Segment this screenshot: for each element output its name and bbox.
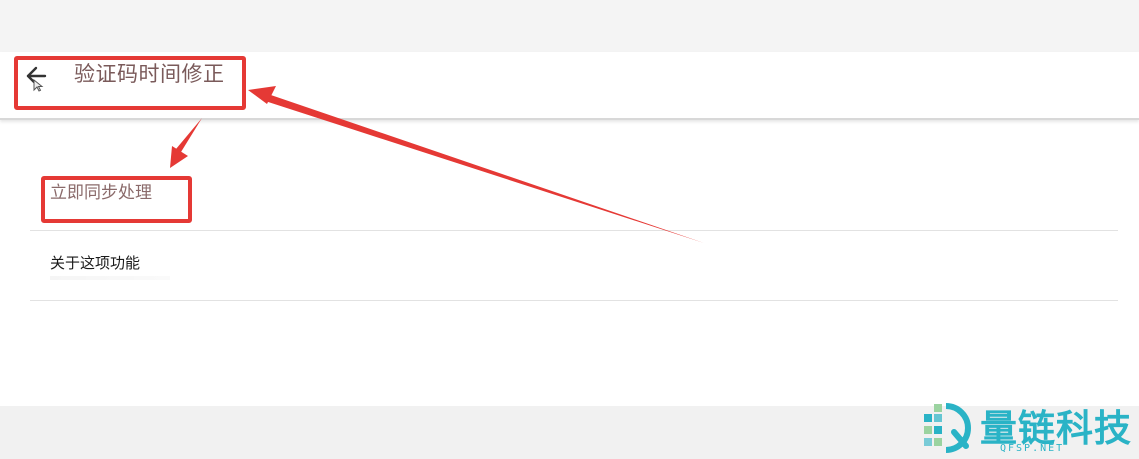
annotation-box-title: [14, 56, 246, 110]
annotation-box-sync: [41, 176, 192, 223]
about-feature-subtext-blur: [50, 276, 170, 280]
about-feature-item[interactable]: 关于这项功能: [30, 230, 1118, 301]
watermark-logo-icon: [924, 403, 971, 453]
watermark-domain: QFSP.NET: [1000, 443, 1065, 454]
screen-top-strip: [0, 0, 1139, 52]
about-feature-label: 关于这项功能: [50, 254, 141, 272]
sync-now-item[interactable]: 立即同步处理: [30, 124, 1118, 231]
